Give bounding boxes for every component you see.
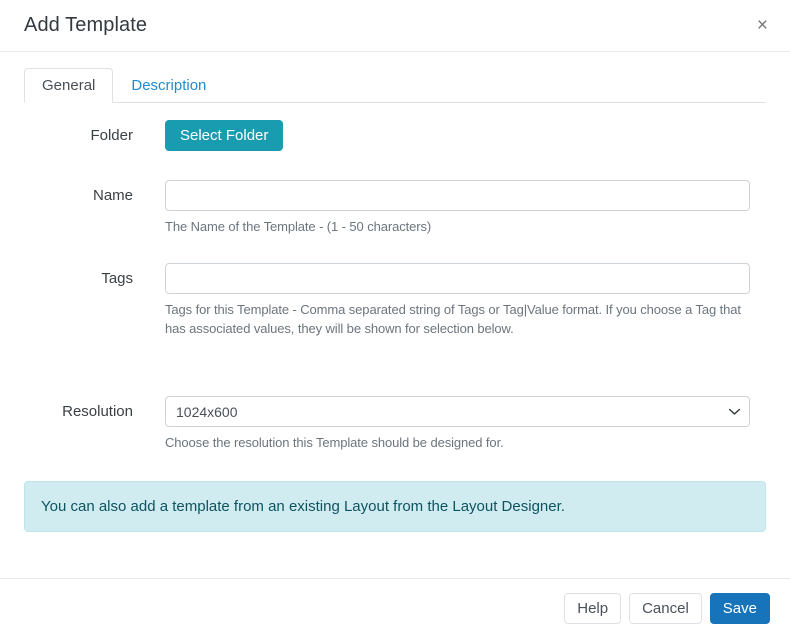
tags-input[interactable] — [165, 263, 750, 294]
name-help-text: The Name of the Template - (1 - 50 chara… — [165, 217, 750, 236]
close-button[interactable]: × — [753, 14, 772, 37]
modal-body: General Description Folder Select Folder… — [0, 52, 790, 578]
name-input[interactable] — [165, 180, 750, 211]
close-icon: × — [757, 15, 768, 36]
info-alert-text: You can also add a template from an exis… — [41, 498, 565, 515]
resolution-select[interactable]: 1024x600 — [165, 396, 750, 427]
add-template-modal: Add Template × General Description Folde… — [0, 0, 790, 637]
info-alert: You can also add a template from an exis… — [24, 481, 766, 532]
tags-help-text: Tags for this Template - Comma separated… — [165, 300, 750, 338]
modal-title: Add Template — [24, 14, 147, 37]
help-button[interactable]: Help — [564, 593, 621, 624]
save-button[interactable]: Save — [710, 593, 770, 624]
cancel-button[interactable]: Cancel — [629, 593, 702, 624]
select-folder-button[interactable]: Select Folder — [165, 120, 283, 151]
folder-row: Folder Select Folder — [24, 120, 766, 151]
modal-header: Add Template × — [0, 0, 790, 52]
resolution-help-text: Choose the resolution this Template shou… — [165, 433, 750, 452]
tab-general[interactable]: General — [24, 68, 113, 103]
tags-row: Tags Tags for this Template - Comma sepa… — [24, 263, 766, 338]
tab-description[interactable]: Description — [113, 68, 224, 103]
tab-bar: General Description — [24, 68, 766, 103]
tags-label: Tags — [24, 263, 133, 294]
resolution-row: Resolution 1024x600 Choose the resolutio… — [24, 396, 766, 452]
name-row: Name The Name of the Template - (1 - 50 … — [24, 180, 766, 236]
name-label: Name — [24, 180, 133, 211]
folder-label: Folder — [24, 120, 133, 151]
resolution-label: Resolution — [24, 396, 133, 427]
modal-footer: Help Cancel Save — [0, 578, 790, 637]
